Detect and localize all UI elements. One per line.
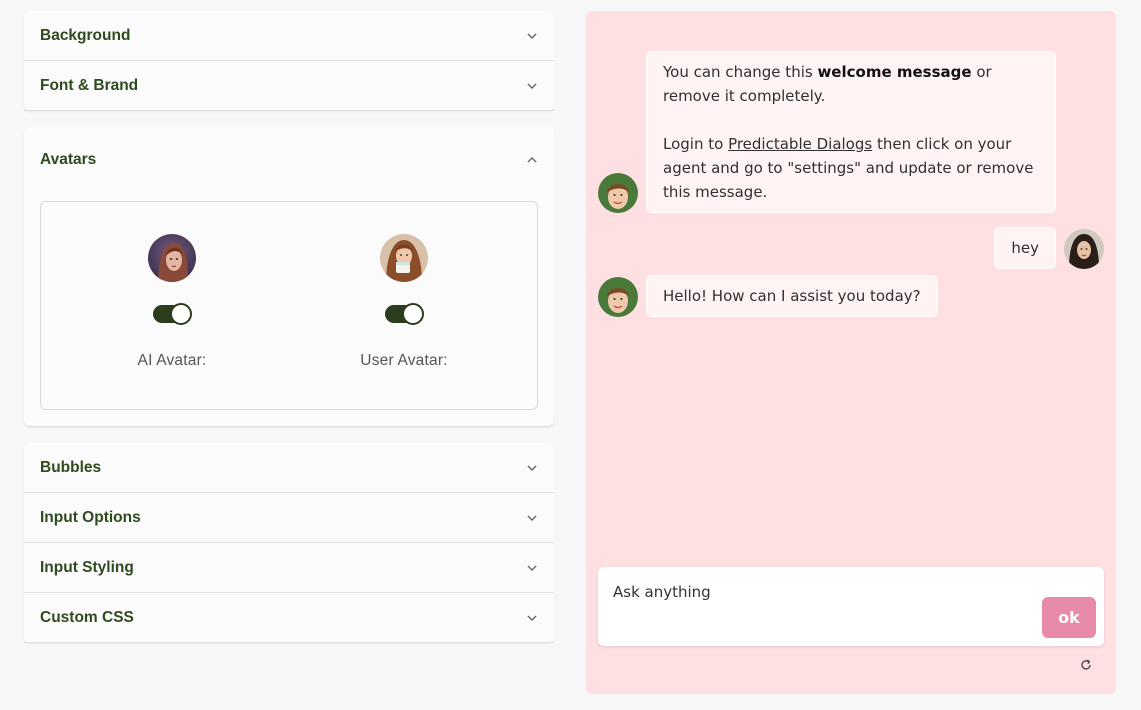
ai-avatar-label: AI Avatar:	[137, 352, 207, 369]
chevron-up-icon	[526, 154, 538, 166]
bot-message-row: Hello! How can I assist you today?	[598, 275, 938, 317]
bot-reply-bubble: Hello! How can I assist you today?	[646, 275, 938, 317]
user-avatar-setting: User Avatar:	[314, 234, 494, 370]
accordion-label: Bubbles	[40, 458, 102, 476]
chat-preview: You can change this welcome message or r…	[586, 11, 1116, 694]
chevron-down-icon	[526, 30, 538, 42]
bot-avatar	[598, 173, 638, 213]
welcome-paragraph-1: You can change this welcome message or r…	[663, 60, 1039, 108]
chevron-down-icon	[526, 80, 538, 92]
chevron-down-icon	[526, 512, 538, 524]
accordion-font-brand[interactable]: Font & Brand	[24, 61, 554, 111]
send-button[interactable]: ok	[1042, 597, 1096, 638]
welcome-message-bubble: You can change this welcome message or r…	[646, 51, 1056, 213]
accordion-custom-css[interactable]: Custom CSS	[24, 593, 554, 643]
welcome-text: You can change this	[663, 63, 818, 81]
user-avatar-image[interactable]	[380, 234, 428, 282]
user-avatar-toggle[interactable]	[385, 303, 424, 325]
predictable-dialogs-link[interactable]: Predictable Dialogs	[728, 135, 872, 153]
settings-panel: Background Font & Brand Avatars AI Avata…	[24, 11, 554, 643]
accordion-background[interactable]: Background	[24, 11, 554, 61]
bot-message-row: You can change this welcome message or r…	[598, 51, 1056, 213]
avatars-body: AI Avatar: User Avatar:	[24, 193, 554, 426]
accordion-label: Input Options	[40, 508, 141, 526]
chat-input-box[interactable]: Ask anything ok	[598, 567, 1104, 646]
ai-avatar-setting: AI Avatar:	[82, 234, 262, 370]
toggle-knob	[402, 303, 424, 325]
accordion-bubbles[interactable]: Bubbles	[24, 443, 554, 493]
accordion-input-styling[interactable]: Input Styling	[24, 543, 554, 593]
refresh-icon[interactable]	[1079, 657, 1093, 671]
accordion-group-top: Background Font & Brand	[24, 11, 554, 111]
welcome-text: Login to	[663, 135, 729, 153]
user-message-row: hey	[994, 227, 1104, 269]
avatars-box: AI Avatar: User Avatar:	[40, 201, 538, 410]
welcome-paragraph-2: Login to Predictable Dialogs then click …	[663, 132, 1039, 204]
accordion-input-options[interactable]: Input Options	[24, 493, 554, 543]
toggle-knob	[170, 303, 192, 325]
chat-input[interactable]: Ask anything	[613, 583, 711, 601]
chevron-down-icon	[526, 612, 538, 624]
user-avatar	[1064, 229, 1104, 269]
accordion-label: Avatars	[40, 151, 97, 168]
bot-avatar	[598, 277, 638, 317]
ai-avatar-toggle[interactable]	[153, 303, 192, 325]
accordion-label: Background	[40, 26, 131, 44]
ai-avatar-image[interactable]	[148, 234, 196, 282]
user-message-bubble: hey	[994, 227, 1056, 269]
accordion-avatars-header[interactable]: Avatars	[24, 127, 554, 193]
accordion-group-bottom: Bubbles Input Options Input Styling Cust…	[24, 443, 554, 643]
accordion-avatars: Avatars AI Avatar: User Avatar:	[24, 127, 554, 427]
accordion-label: Custom CSS	[40, 608, 134, 626]
welcome-bold-text: welcome message	[817, 63, 972, 81]
chevron-down-icon	[526, 562, 538, 574]
user-avatar-label: User Avatar:	[360, 352, 448, 369]
accordion-label: Input Styling	[40, 558, 134, 576]
accordion-label: Font & Brand	[40, 76, 139, 94]
chevron-down-icon	[526, 462, 538, 474]
